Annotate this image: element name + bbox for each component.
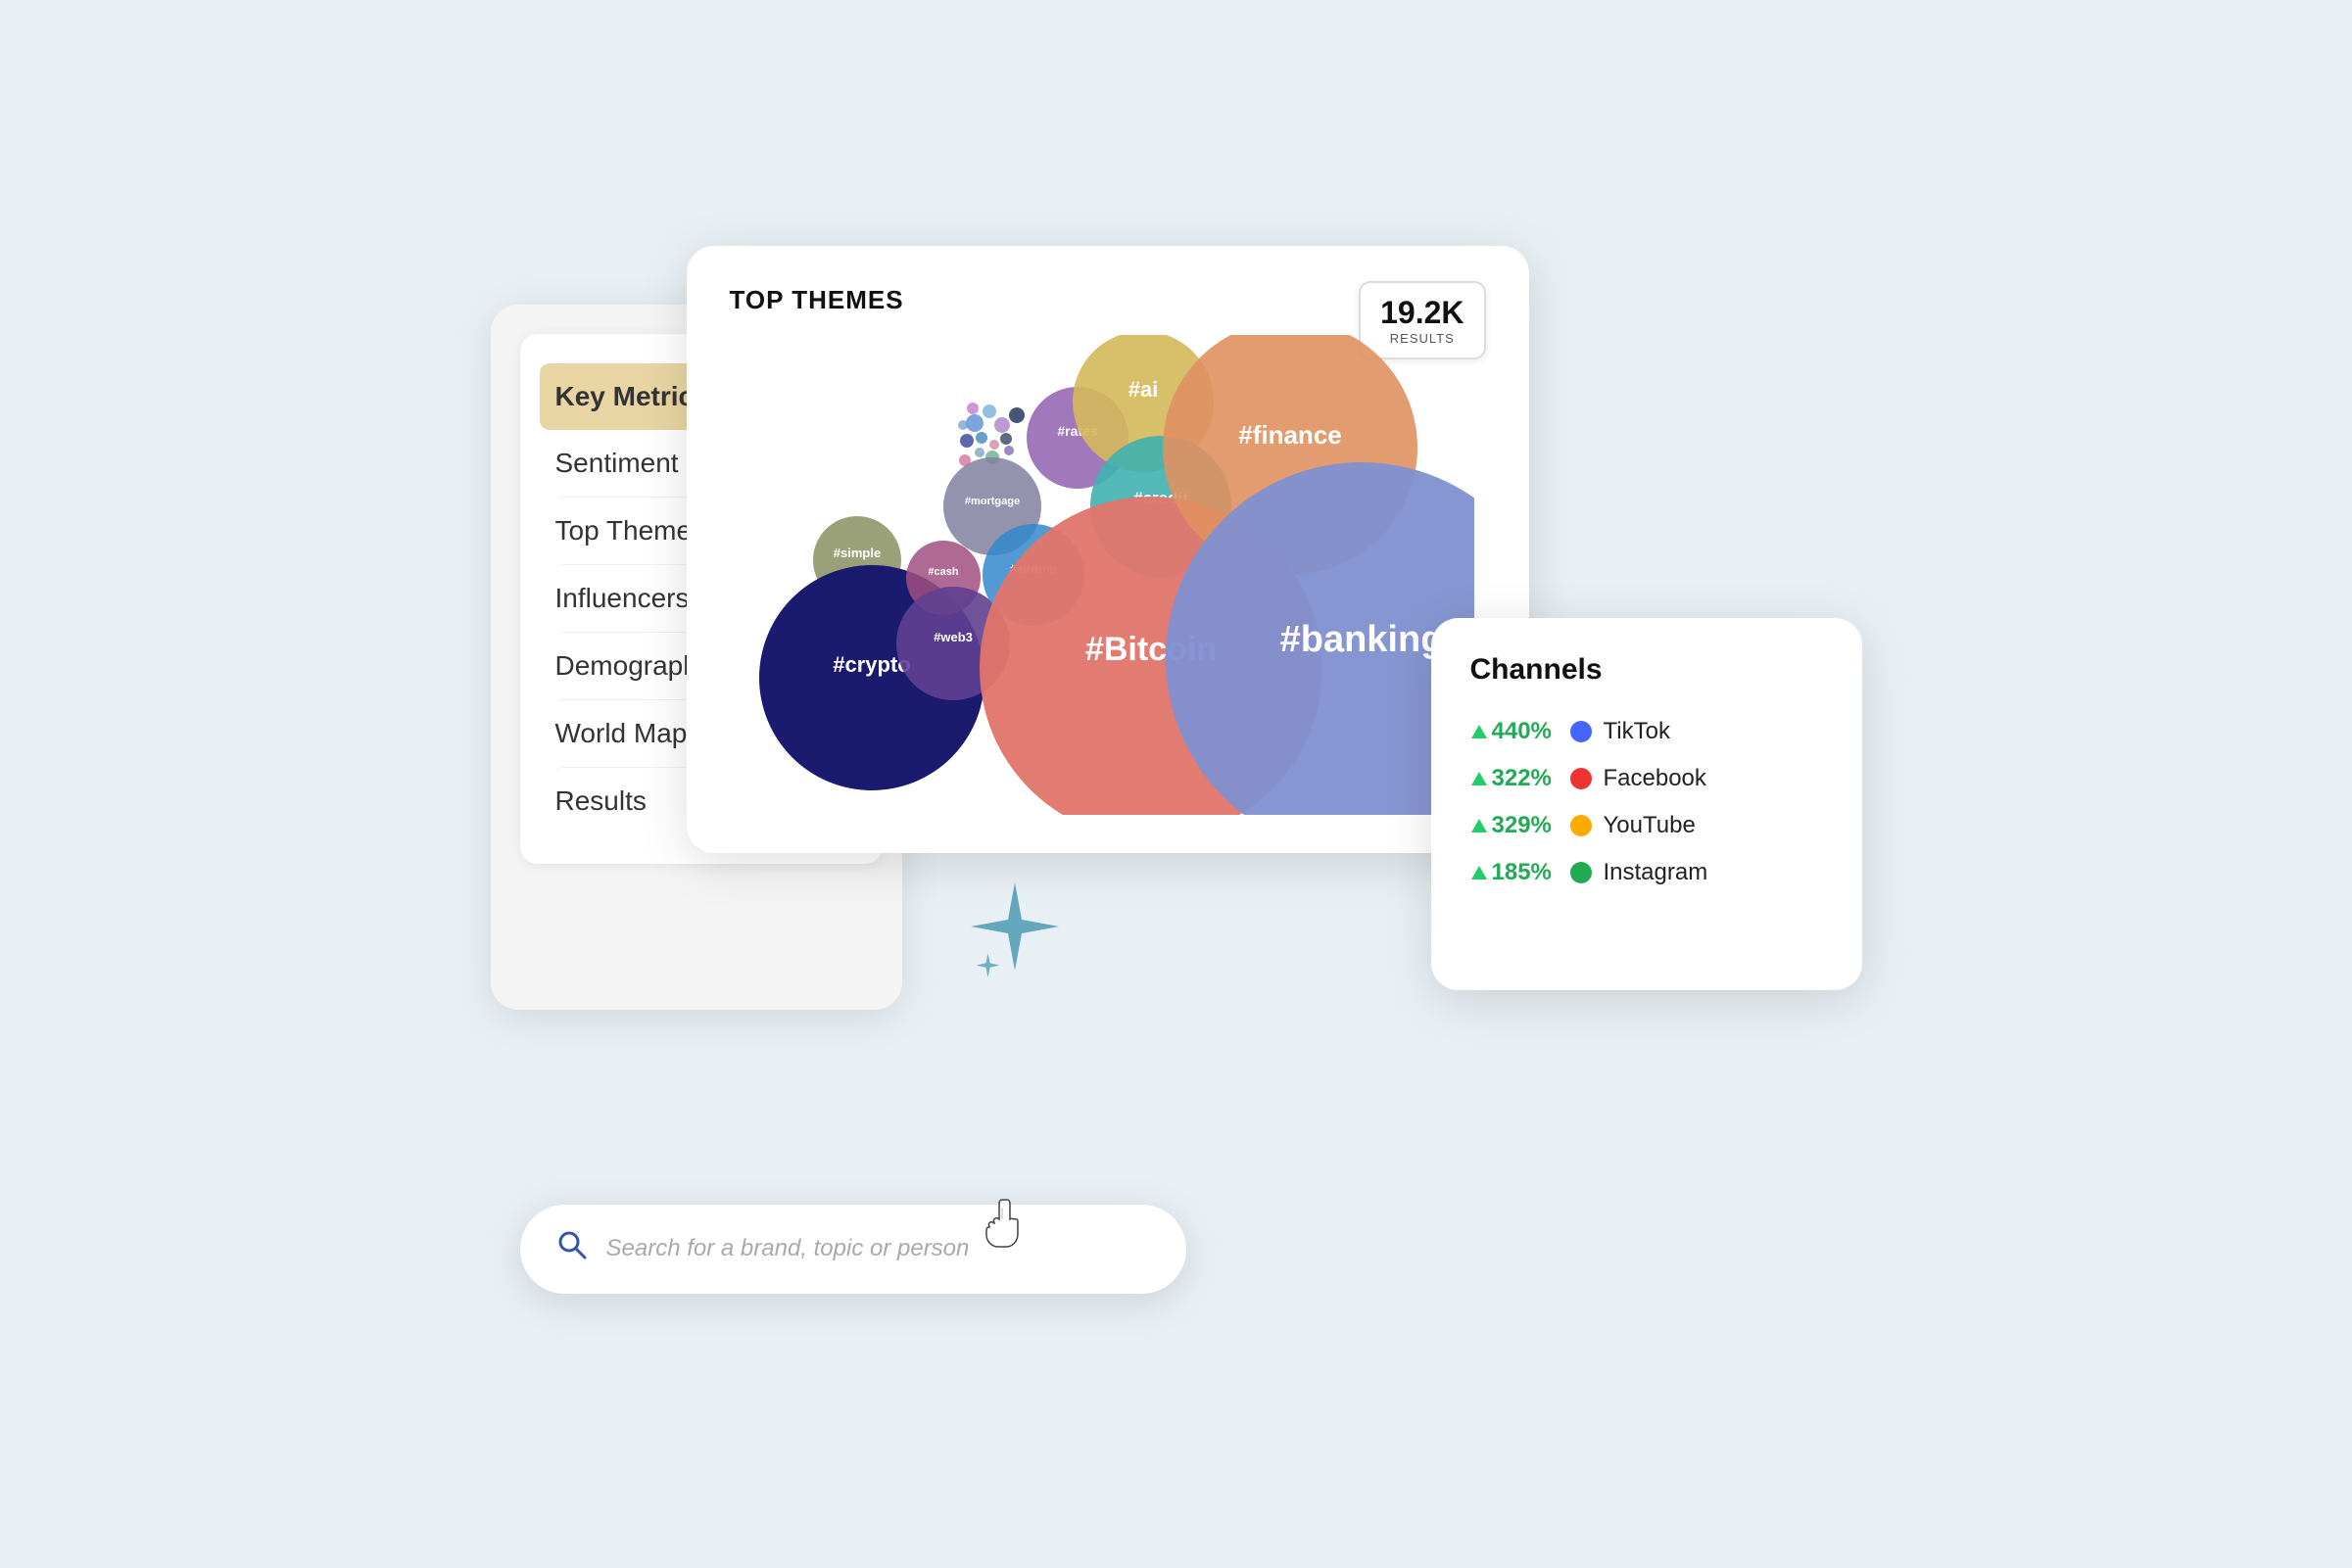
tiktok-name: TikTok bbox=[1604, 718, 1670, 745]
nav-item-sentiment-label: Sentiment bbox=[555, 448, 679, 478]
nav-item-top-themes-label: Top Themes bbox=[555, 515, 706, 546]
channel-row-youtube: 329% YouTube bbox=[1470, 802, 1823, 849]
channels-card: Channels 440% TikTok 322% Facebook 329% bbox=[1431, 618, 1862, 990]
svg-text:#finance: #finance bbox=[1238, 420, 1342, 450]
nav-item-results-label: Results bbox=[555, 785, 647, 816]
svg-text:#cash: #cash bbox=[928, 566, 958, 578]
instagram-pct: 185% bbox=[1470, 859, 1559, 886]
tiktok-dot bbox=[1570, 721, 1592, 742]
youtube-pct: 329% bbox=[1470, 812, 1559, 839]
results-number: 19.2K bbox=[1380, 295, 1464, 331]
top-themes-card: TOP THEMES 19.2K RESULTS bbox=[687, 246, 1529, 853]
bubble-chart: #simple #crypto #cash #web3 #mortgage #a… bbox=[730, 335, 1486, 825]
search-card[interactable]: Search for a brand, topic or person bbox=[520, 1205, 1186, 1294]
sparkle-decoration bbox=[961, 873, 1069, 990]
instagram-dot bbox=[1570, 862, 1592, 883]
svg-text:#banking: #banking bbox=[1279, 619, 1443, 660]
search-icon bbox=[555, 1228, 589, 1270]
svg-text:#web3: #web3 bbox=[934, 630, 973, 644]
instagram-name: Instagram bbox=[1604, 859, 1708, 886]
channel-row-tiktok: 440% TikTok bbox=[1470, 708, 1823, 755]
channel-row-facebook: 322% Facebook bbox=[1470, 755, 1823, 802]
nav-item-influencers-label: Influencers bbox=[555, 583, 690, 613]
svg-text:#simple: #simple bbox=[833, 546, 880, 560]
youtube-name: YouTube bbox=[1604, 812, 1696, 839]
bubble-svg: #simple #crypto #cash #web3 #mortgage #a… bbox=[730, 335, 1474, 815]
svg-text:#mortgage: #mortgage bbox=[964, 496, 1019, 507]
svg-text:#ai: #ai bbox=[1128, 377, 1158, 402]
cursor-icon bbox=[981, 1198, 1030, 1264]
facebook-pct: 322% bbox=[1470, 765, 1559, 792]
channels-title: Channels bbox=[1470, 653, 1823, 687]
nav-item-world-map-label: World Map bbox=[555, 718, 688, 748]
tiktok-pct: 440% bbox=[1470, 718, 1559, 745]
facebook-name: Facebook bbox=[1604, 765, 1706, 792]
facebook-dot bbox=[1570, 768, 1592, 789]
search-placeholder: Search for a brand, topic or person bbox=[606, 1235, 970, 1262]
channel-row-instagram: 185% Instagram bbox=[1470, 849, 1823, 896]
youtube-dot bbox=[1570, 815, 1592, 836]
